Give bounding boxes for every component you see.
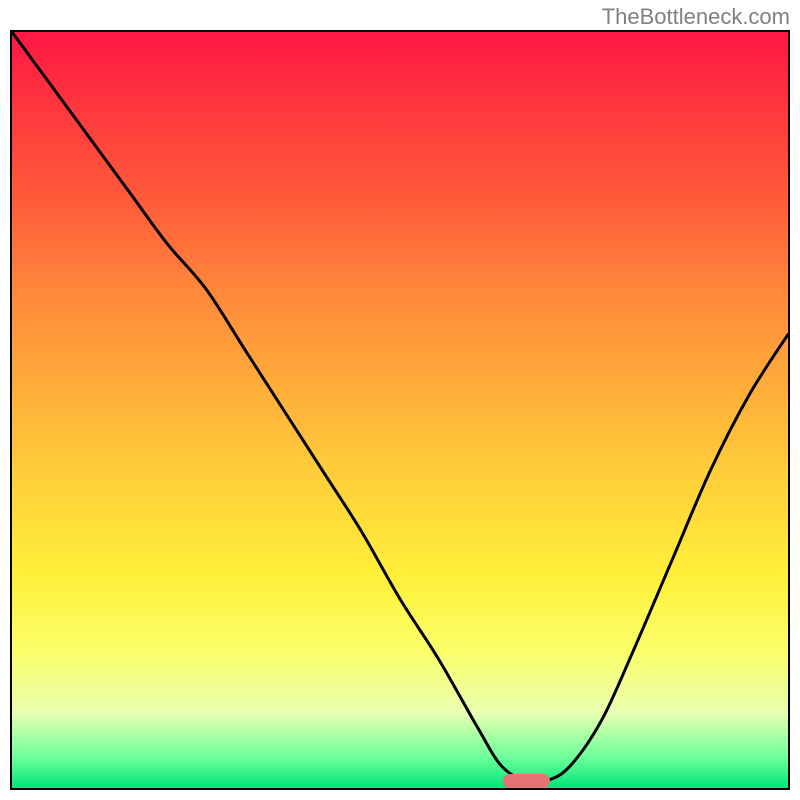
- curve-svg: [12, 32, 788, 788]
- optimal-marker: [503, 774, 550, 788]
- chart-container: TheBottleneck.com: [0, 0, 800, 800]
- bottleneck-curve: [12, 32, 788, 782]
- plot-area: [10, 30, 790, 790]
- watermark-text: TheBottleneck.com: [602, 4, 790, 30]
